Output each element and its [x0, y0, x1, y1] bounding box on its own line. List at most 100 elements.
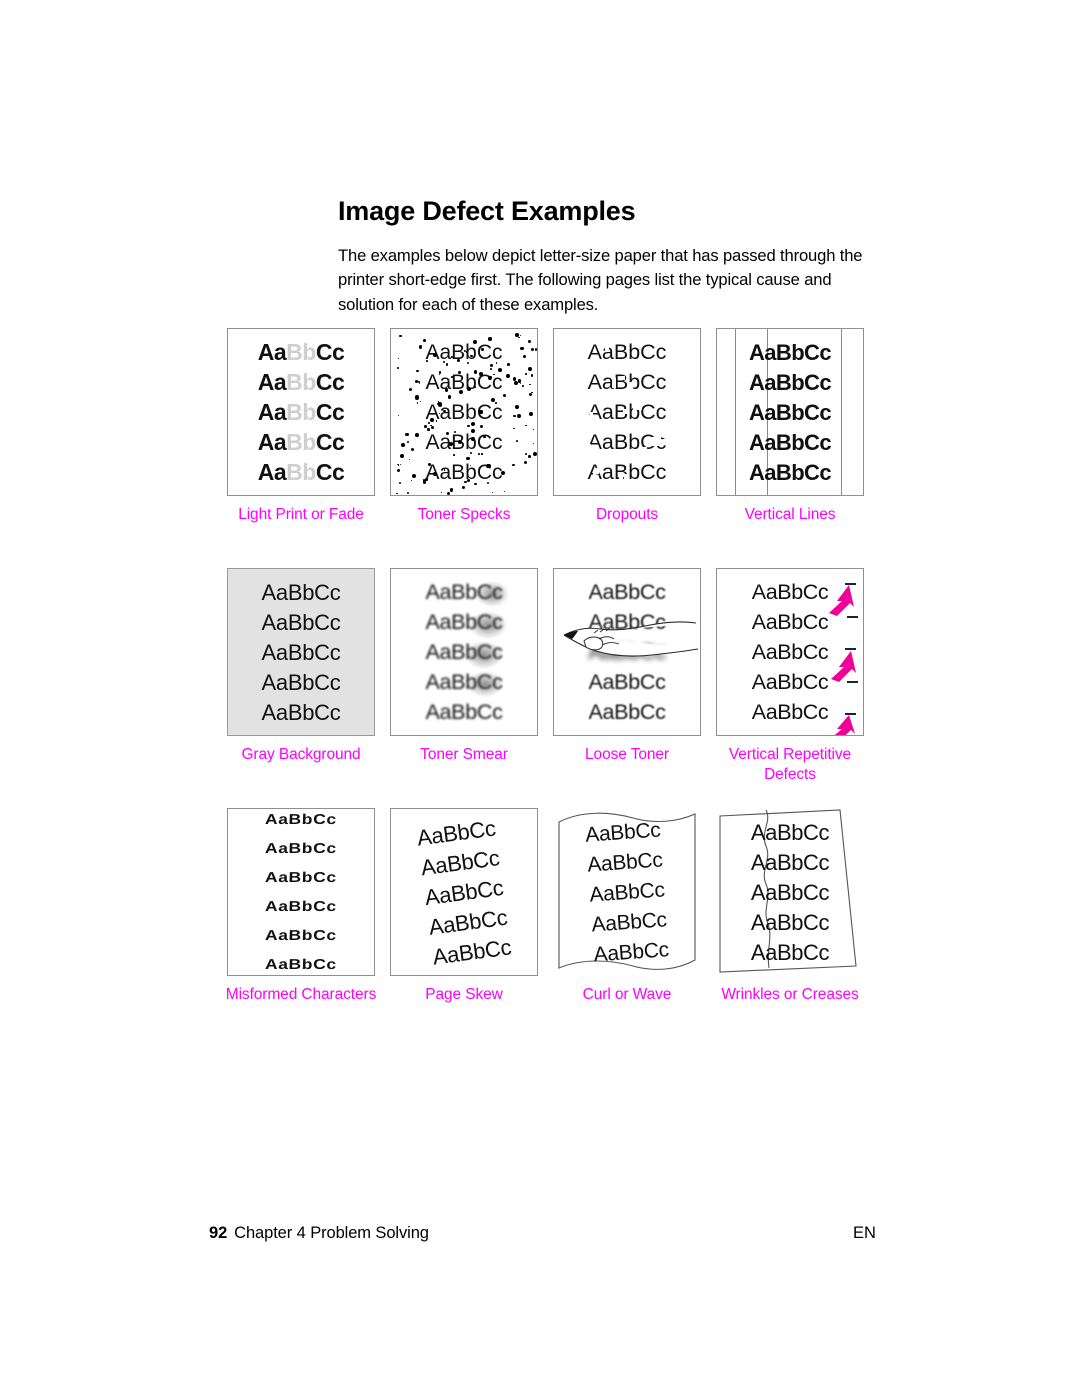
sample-text-faded: Bb: [286, 428, 316, 455]
sample-text: AaBbCc: [750, 909, 830, 935]
defect-row-1: AaBbCc AaBbCc AaBbCc AaBbCc AaBbCc Light…: [218, 328, 878, 568]
caption-vertical-repetitive-defects: Vertical Repetitive Defects: [728, 746, 852, 783]
toner-speck: [415, 433, 419, 437]
toner-speck: [433, 353, 438, 357]
footer-chapter-label: Chapter 4 Problem Solving: [234, 1224, 429, 1242]
defect-sample-grid: AaBbCc AaBbCc AaBbCc AaBbCc AaBbCc Light…: [218, 328, 878, 1048]
dropout-patch: [578, 387, 588, 393]
defect-cell-loose-toner: AaBbCc AaBbCc AaBbCc AaBbCc AaBbCc: [544, 568, 710, 765]
dropout-patch: [646, 361, 654, 366]
dropout-patch: [671, 349, 676, 355]
toner-speck: [478, 452, 480, 455]
caption-light-print-or-fade: Light Print or Fade: [238, 506, 364, 523]
sample-image-light-print-or-fade: AaBbCc AaBbCc AaBbCc AaBbCc AaBbCc: [227, 328, 375, 496]
toner-speck: [532, 451, 537, 457]
caption-wrinkles-or-creases: Wrinkles or Creases: [721, 986, 859, 1003]
toner-speck: [489, 363, 493, 367]
sample-text: AaBbCc: [425, 699, 503, 724]
defect-cell-curl-or-wave: AaBbCc AaBbCc AaBbCc AaBbCc AaBbCc Curl …: [544, 808, 710, 1005]
toner-speck: [401, 443, 405, 447]
sample-text: AaBbCc: [750, 939, 830, 965]
sample-text-dark2: Cc: [315, 398, 345, 425]
defect-cell-toner-smear: AaBbCc AaBbCc AaBbCc AaBbCc AaBbCc Toner…: [381, 568, 547, 765]
sample-text: AaBbCc: [261, 639, 341, 665]
toner-speck: [442, 360, 445, 363]
toner-speck: [453, 431, 456, 434]
toner-speck: [518, 337, 520, 339]
sample-text: AaBbCc: [590, 907, 668, 937]
toner-speck: [451, 376, 453, 378]
sample-text: AaBbCc: [261, 579, 341, 605]
sample-text-dark: Aa: [257, 338, 287, 365]
dropout-patch: [582, 356, 588, 363]
sample-image-toner-specks: AaBbCc AaBbCc AaBbCc AaBbCc AaBbCc: [390, 328, 538, 496]
dropout-patch: [632, 406, 642, 410]
toner-speck: [427, 428, 430, 431]
sample-image-misformed-characters: AaBbCc AaBbCc AaBbCc AaBbCc AaBbCc AaBbC…: [227, 808, 375, 976]
toner-speck: [396, 492, 398, 495]
page-title: Image Defect Examples: [338, 196, 636, 227]
toner-speck: [399, 335, 402, 338]
toner-speck: [490, 397, 495, 403]
sample-image-curl-or-wave: AaBbCc AaBbCc AaBbCc AaBbCc AaBbCc: [553, 808, 701, 976]
magenta-arrow-icon: [829, 585, 856, 735]
sample-image-toner-smear: AaBbCc AaBbCc AaBbCc AaBbCc AaBbCc: [390, 568, 538, 736]
defect-cell-page-skew: AaBbCc AaBbCc AaBbCc AaBbCc AaBbCc Page …: [381, 808, 547, 1005]
sample-text: AaBbCc: [749, 399, 832, 425]
toner-speck: [423, 424, 427, 428]
dropout-patch: [616, 420, 626, 425]
sample-text: AaBbCc: [749, 459, 832, 485]
caption-misformed-characters: Misformed Characters: [225, 986, 377, 1003]
toner-speck: [425, 360, 428, 362]
toner-speck: [488, 337, 492, 341]
toner-speck: [437, 402, 442, 407]
sample-text-faded: Bb: [286, 368, 316, 395]
toner-speck: [445, 388, 449, 392]
sample-text: AaBbCc: [425, 669, 503, 694]
toner-speck: [453, 454, 455, 456]
defect-row-2: AaBbCc AaBbCc AaBbCc AaBbCc AaBbCc Gray …: [218, 568, 878, 808]
sample-text: AaBbCc: [264, 897, 338, 915]
dropout-patch: [655, 389, 660, 400]
sample-text: AaBbCc: [264, 926, 338, 944]
dropout-patch: [586, 443, 592, 451]
sample-text: AaBbCc: [261, 669, 341, 695]
toner-speck: [507, 363, 510, 366]
toner-speck: [448, 395, 452, 399]
defect-cell-toner-specks: AaBbCc AaBbCc AaBbCc AaBbCc AaBbCc Toner…: [381, 328, 547, 525]
sample-image-dropouts: AaBbCc AaBbCc AaBbCc AaBbCc AaBbCc: [553, 328, 701, 496]
dropout-patch: [622, 408, 628, 414]
toner-speck: [525, 373, 527, 375]
sample-text-dark: Aa: [257, 458, 287, 485]
toner-speck: [481, 348, 484, 351]
dropout-patch: [593, 471, 597, 481]
toner-speck: [467, 361, 470, 364]
sample-text: AaBbCc: [749, 429, 832, 455]
footer-chapter: 92 Chapter 4 Problem Solving: [209, 1224, 429, 1243]
toner-speck: [433, 471, 438, 476]
toner-speck: [512, 377, 517, 381]
toner-speck: [428, 421, 430, 424]
caption-vertical-lines: Vertical Lines: [744, 506, 836, 523]
sample-text: AaBbCc: [425, 609, 503, 634]
toner-speck: [479, 410, 483, 414]
defect-cell-vertical-lines: AaBbCc AaBbCc AaBbCc AaBbCc AaBbCc Verti…: [707, 328, 873, 525]
sample-image-page-skew: AaBbCc AaBbCc AaBbCc AaBbCc AaBbCc: [390, 808, 538, 976]
toner-speck: [456, 359, 460, 362]
sample-text: AaBbCc: [586, 847, 664, 877]
caption-loose-toner: Loose Toner: [585, 746, 669, 763]
sample-text-dark: Aa: [257, 428, 287, 455]
caption-toner-smear: Toner Smear: [420, 746, 508, 763]
sample-image-vertical-repetitive-defects: AaBbCc AaBbCc AaBbCc AaBbCc AaBbCc: [716, 568, 864, 736]
sample-text: AaBbCc: [592, 937, 670, 966]
toner-speck: [448, 441, 453, 447]
sample-text-dark2: Cc: [315, 428, 345, 455]
caption-curl-or-wave: Curl or Wave: [582, 986, 672, 1003]
defect-row-3: AaBbCc AaBbCc AaBbCc AaBbCc AaBbCc AaBbC…: [218, 808, 878, 1048]
sample-text: AaBbCc: [264, 810, 338, 828]
sample-text-dark: Aa: [257, 368, 287, 395]
toner-speck: [528, 411, 533, 416]
toner-speck: [516, 439, 518, 442]
dropout-patch: [627, 382, 632, 390]
toner-speck: [474, 385, 476, 388]
